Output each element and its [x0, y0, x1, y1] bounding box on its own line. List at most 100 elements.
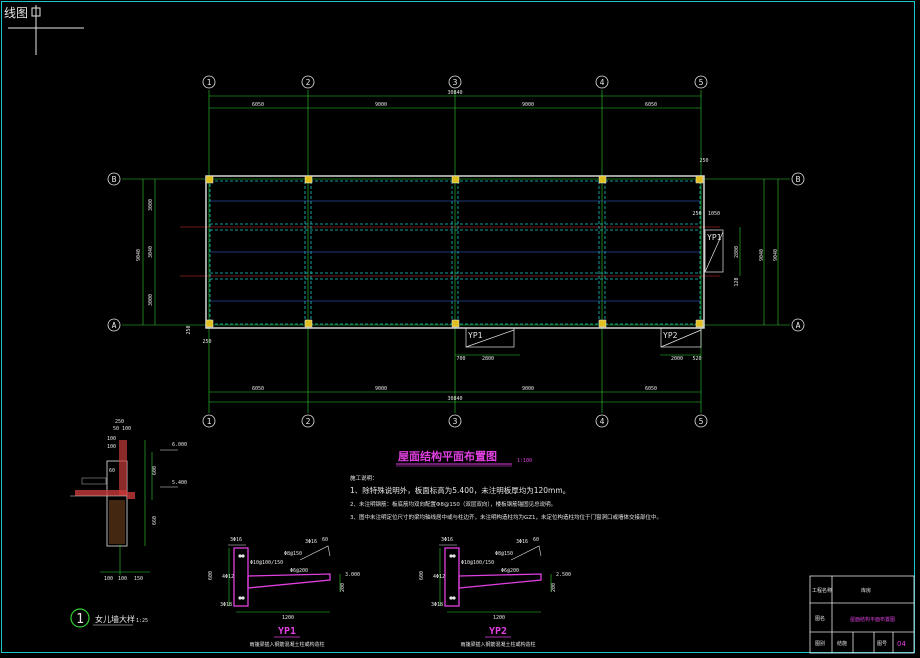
drawing-svg: 30840 6050 9000 9000 6050 30840 6050 900… — [8, 5, 915, 654]
svg-text:3000: 3000 — [148, 294, 154, 306]
svg-text:3: 3 — [453, 417, 458, 426]
svg-text:4: 4 — [600, 78, 605, 87]
svg-text:3Φ16: 3Φ16 — [516, 539, 528, 545]
svg-text:4Φ12: 4Φ12 — [222, 574, 234, 580]
svg-text:660: 660 — [152, 516, 158, 525]
svg-text:250: 250 — [692, 211, 701, 217]
svg-text:100: 100 — [104, 576, 113, 582]
svg-text:3.000: 3.000 — [345, 572, 360, 578]
svg-text:2000: 2000 — [671, 356, 683, 362]
svg-text:100: 100 — [107, 436, 116, 442]
svg-text:4Φ12: 4Φ12 — [433, 574, 445, 580]
svg-text:9000: 9000 — [522, 386, 534, 392]
svg-text:3000: 3000 — [148, 199, 154, 211]
canopies — [465, 229, 724, 348]
svg-text:Φ8@150: Φ8@150 — [495, 551, 513, 557]
cad-drawing-canvas[interactable]: 线图 30840 6050 9000 9000 6050 30840 6050 … — [0, 0, 920, 658]
svg-text:250: 250 — [202, 339, 211, 345]
svg-text:2.500: 2.500 — [556, 572, 571, 578]
svg-text:施工说明：: 施工说明： — [350, 474, 378, 482]
svg-text:3Φ16: 3Φ16 — [230, 537, 242, 543]
svg-text:5: 5 — [699, 417, 704, 426]
svg-text:1:25: 1:25 — [136, 618, 148, 624]
svg-text:700: 700 — [456, 356, 465, 362]
svg-text:结施: 结施 — [837, 640, 847, 647]
svg-text:600: 600 — [208, 571, 214, 580]
svg-text:6050: 6050 — [645, 102, 657, 108]
svg-text:3Φ16: 3Φ16 — [441, 537, 453, 543]
svg-text:B: B — [112, 175, 117, 184]
title-block-texts: 工程名称 库房 图名 屋面结构平面布置图 图别 结施 图号 04 — [812, 587, 906, 648]
yp2-name: YP2 — [489, 626, 507, 637]
svg-text:3Φ16: 3Φ16 — [305, 539, 317, 545]
svg-text:YP1: YP1 — [707, 233, 722, 242]
yp1-name: YP1 — [278, 626, 296, 637]
svg-text:60: 60 — [322, 537, 328, 543]
svg-text:1: 1 — [207, 417, 212, 426]
svg-text:2800: 2800 — [482, 356, 494, 362]
svg-text:4: 4 — [600, 417, 605, 426]
svg-text:A: A — [112, 321, 117, 330]
svg-text:100: 100 — [122, 426, 131, 432]
svg-text:3: 3 — [453, 78, 458, 87]
svg-text:工程名称: 工程名称 — [812, 587, 832, 594]
svg-text:6050: 6050 — [252, 102, 264, 108]
drawing-title: 屋面结构平面布置图 — [398, 449, 497, 463]
svg-text:150: 150 — [134, 576, 143, 582]
svg-text:6.000: 6.000 — [172, 442, 187, 448]
dimension-texts: 30840 6050 9000 9000 6050 30840 6050 900… — [136, 90, 779, 402]
svg-text:100: 100 — [118, 576, 127, 582]
svg-text:1200: 1200 — [493, 615, 505, 621]
svg-text:250: 250 — [699, 158, 708, 164]
svg-text:库房: 库房 — [861, 587, 871, 594]
yp1-caption: 雨篷梁插入钢筋混凝土柱或构造柱 — [249, 641, 324, 648]
svg-text:100: 100 — [107, 444, 116, 450]
svg-text:9000: 9000 — [375, 102, 387, 108]
yp2-texts: 3Φ16 4Φ12 3Φ18 Φ10@100/150 Φ8@150 Φ6@200… — [419, 537, 571, 621]
svg-text:3、图中未注明定位尺寸的梁均轴线居中或与柱边齐，未注明构造柱: 3、图中未注明定位尺寸的梁均轴线居中或与柱边齐，未注明构造柱均为GZ1，未定位构… — [350, 513, 662, 521]
parapet-detail-label: 1 女儿墙大样 1:25 — [70, 608, 148, 628]
svg-text:1: 1 — [76, 612, 84, 627]
yp2-caption: 雨篷梁插入钢筋混凝土柱或构造柱 — [460, 641, 535, 648]
svg-text:2: 2 — [306, 417, 311, 426]
svg-text:A: A — [796, 321, 801, 330]
svg-text:600: 600 — [152, 466, 158, 475]
yp1-texts: 3Φ16 4Φ12 3Φ18 Φ10@100/150 Φ8@150 Φ6@200… — [208, 537, 360, 621]
svg-text:2800: 2800 — [734, 246, 740, 258]
svg-text:3040: 3040 — [148, 246, 154, 258]
svg-text:1: 1 — [207, 78, 212, 87]
svg-text:200: 200 — [551, 583, 557, 592]
svg-text:Φ6@200: Φ6@200 — [290, 568, 308, 574]
svg-text:9040: 9040 — [136, 249, 142, 261]
svg-text:2: 2 — [306, 78, 311, 87]
svg-text:50: 50 — [113, 426, 119, 432]
svg-text:520: 520 — [692, 356, 701, 362]
svg-text:图名: 图名 — [815, 615, 825, 622]
svg-text:Φ6@200: Φ6@200 — [501, 568, 519, 574]
construction-notes: 施工说明： 1、除特殊说明外，板面标高为5.400，未注明板厚均为120mm。 … — [350, 474, 662, 521]
svg-text:B: B — [796, 175, 801, 184]
svg-text:1、除特殊说明外，板面标高为5.400，未注明板厚均为120: 1、除特殊说明外，板面标高为5.400，未注明板厚均为120mm。 — [350, 485, 570, 495]
svg-text:9000: 9000 — [522, 102, 534, 108]
grid-axes — [122, 90, 790, 413]
svg-text:9040: 9040 — [759, 249, 765, 261]
svg-text:04: 04 — [897, 640, 906, 648]
svg-text:Φ10@100/150: Φ10@100/150 — [250, 560, 283, 566]
svg-text:YP2: YP2 — [663, 331, 678, 340]
svg-text:图号: 图号 — [877, 641, 887, 647]
columns — [205, 175, 704, 328]
svg-text:120: 120 — [734, 277, 740, 286]
drawing-scale: 1:100 — [517, 458, 532, 464]
parapet-detail — [70, 440, 178, 575]
svg-text:250: 250 — [186, 325, 192, 334]
svg-text:200: 200 — [340, 583, 346, 592]
crosshair-cursor — [8, 5, 84, 55]
svg-text:60: 60 — [533, 537, 539, 543]
svg-text:Φ10@100/150: Φ10@100/150 — [461, 560, 494, 566]
svg-text:60: 60 — [109, 468, 115, 474]
svg-text:Φ8@150: Φ8@150 — [284, 551, 302, 557]
svg-text:1050: 1050 — [708, 211, 720, 217]
svg-text:2、未注明钢筋：板底筋均双向配置Φ8@150（双层双向），楼: 2、未注明钢筋：板底筋均双向配置Φ8@150（双层双向），楼板钢筋锚固见总说明。 — [350, 500, 556, 508]
svg-text:30840: 30840 — [447, 90, 462, 96]
svg-text:5.400: 5.400 — [172, 480, 187, 486]
